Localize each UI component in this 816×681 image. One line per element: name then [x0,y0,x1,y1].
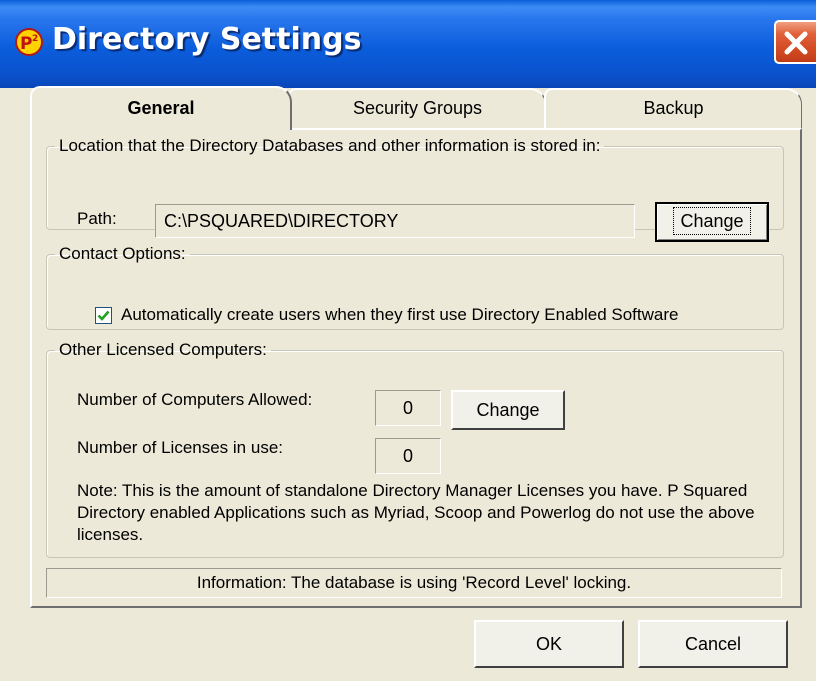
close-button[interactable] [774,20,816,64]
location-group: Location that the Directory Databases an… [46,136,784,242]
general-tab-panel: Location that the Directory Databases an… [30,128,802,608]
p-squared-app-icon: P 2 [15,28,43,56]
contact-legend: Contact Options: [59,244,186,263]
auto-create-checkbox[interactable] [95,307,112,324]
license-note: Note: This is the amount of standalone D… [77,481,755,544]
status-bar: Information: The database is using 'Reco… [46,568,782,598]
path-field[interactable]: C:\PSQUARED\DIRECTORY [155,204,635,238]
svg-text:P: P [20,34,32,54]
change-path-label: Change [673,207,751,235]
path-label: Path: [77,209,117,228]
other-legend: Other Licensed Computers: [59,340,267,359]
svg-text:2: 2 [32,34,38,44]
tab-general[interactable]: General [30,86,292,130]
change-allowed-button[interactable]: Change [451,390,565,430]
cancel-button[interactable]: Cancel [638,620,788,668]
close-icon [784,31,808,55]
checkmark-icon [97,310,110,321]
change-path-button[interactable]: Change [655,202,769,242]
ok-button[interactable]: OK [474,620,624,668]
licenses-in-use-label: Number of Licenses in use: [77,438,283,457]
tab-backup[interactable]: Backup [544,88,802,128]
auto-create-label[interactable]: Automatically create users when they fir… [121,305,678,325]
location-legend: Location that the Directory Databases an… [59,136,601,155]
window-title: Directory Settings [52,22,362,57]
tab-security-groups[interactable]: Security Groups [288,88,546,128]
licenses-in-use-value: 0 [375,438,441,474]
computers-allowed-label: Number of Computers Allowed: [77,390,313,409]
other-licensed-group: Other Licensed Computers: Number of Comp… [46,340,784,558]
directory-settings-dialog: P 2 Directory Settings General Security … [0,0,816,681]
computers-allowed-value: 0 [375,390,441,426]
contact-options-group: Contact Options: Automatically create us… [46,244,784,330]
title-bar[interactable]: P 2 Directory Settings [0,0,816,88]
